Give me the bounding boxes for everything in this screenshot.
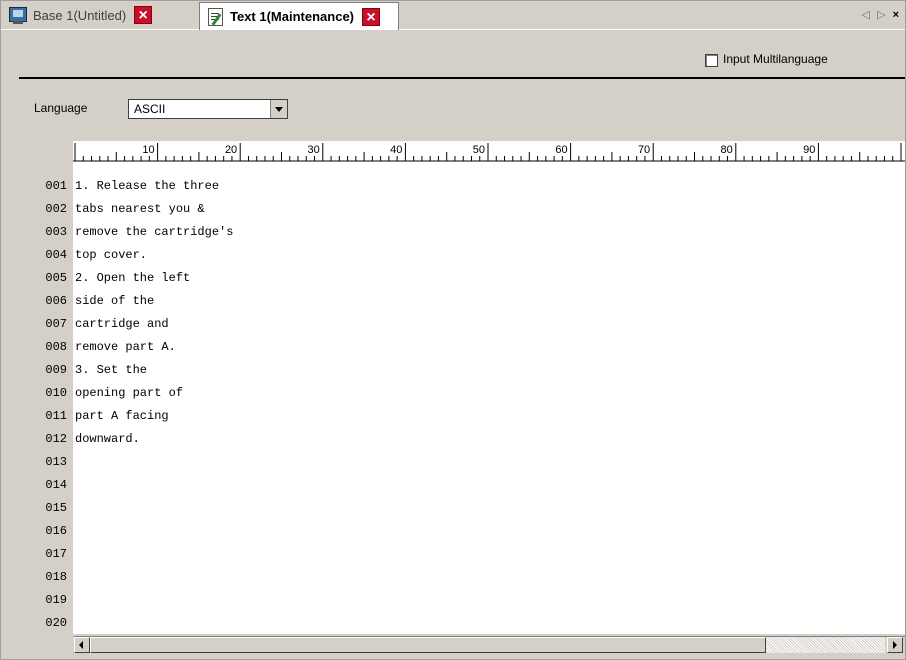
- ruler-label: 40: [390, 144, 402, 156]
- line-text[interactable]: top cover.: [75, 248, 147, 262]
- scroll-right-icon[interactable]: [887, 637, 903, 653]
- tab-bar: Base 1(Untitled) × Text 1(Maintenance) ×…: [1, 1, 905, 30]
- line-number: 020: [45, 616, 67, 630]
- line-text[interactable]: remove the cartridge's: [75, 225, 233, 239]
- line-text[interactable]: 1. Release the three: [75, 179, 219, 193]
- line-number: 014: [45, 478, 67, 492]
- line-number: 001: [45, 179, 67, 193]
- line-text[interactable]: 3. Set the: [75, 363, 147, 377]
- tab-base-1[interactable]: Base 1(Untitled) ×: [3, 3, 199, 27]
- divider: [19, 77, 905, 79]
- line-number: 010: [45, 386, 67, 400]
- line-number: 019: [45, 593, 67, 607]
- column-ruler: 10 20 30 40 50 60 70 80 90: [73, 141, 905, 175]
- line-number: 005: [45, 271, 67, 285]
- tab-text-1[interactable]: Text 1(Maintenance) ×: [199, 2, 399, 30]
- line-text[interactable]: 2. Open the left: [75, 271, 190, 285]
- line-text[interactable]: side of the: [75, 294, 154, 308]
- monitor-icon: [9, 6, 27, 24]
- ruler-label: 90: [803, 144, 815, 156]
- ruler-label: 70: [638, 144, 650, 156]
- input-multilanguage-label: Input Multilanguage: [723, 52, 828, 66]
- line-number: 015: [45, 501, 67, 515]
- ruler-label: 30: [308, 144, 320, 156]
- ruler-label: 60: [555, 144, 567, 156]
- close-icon[interactable]: ×: [134, 6, 153, 24]
- close-all-icon[interactable]: ×: [893, 9, 901, 21]
- text-editor-area[interactable]: [73, 146, 905, 634]
- line-number: 017: [45, 547, 67, 561]
- line-number: 013: [45, 455, 67, 469]
- line-text[interactable]: opening part of: [75, 386, 183, 400]
- line-number: 004: [45, 248, 67, 262]
- scroll-left-icon[interactable]: [74, 637, 90, 653]
- line-text[interactable]: tabs nearest you &: [75, 202, 205, 216]
- language-select[interactable]: ASCII: [128, 99, 288, 119]
- line-text[interactable]: downward.: [75, 432, 140, 446]
- line-number: 011: [45, 409, 67, 423]
- text-document-icon: [206, 7, 224, 26]
- line-number: 006: [45, 294, 67, 308]
- scroll-track[interactable]: [766, 637, 885, 653]
- line-number: 008: [45, 340, 67, 354]
- close-icon[interactable]: ×: [362, 7, 381, 26]
- horizontal-scrollbar[interactable]: [74, 636, 905, 654]
- line-number: 007: [45, 317, 67, 331]
- editor-window: Base 1(Untitled) × Text 1(Maintenance) ×…: [0, 0, 906, 660]
- line-text[interactable]: cartridge and: [75, 317, 169, 331]
- line-number: 018: [45, 570, 67, 584]
- line-number: 016: [45, 524, 67, 538]
- chevron-down-icon[interactable]: [270, 100, 287, 118]
- line-text[interactable]: remove part A.: [75, 340, 176, 354]
- line-text[interactable]: part A facing: [75, 409, 169, 423]
- language-value: ASCII: [134, 102, 166, 116]
- ruler-label: 50: [473, 144, 485, 156]
- line-number: 012: [45, 432, 67, 446]
- ruler-label: 10: [142, 144, 154, 156]
- line-number: 002: [45, 202, 67, 216]
- tab-label: Text 1(Maintenance): [230, 9, 355, 24]
- ruler-svg: 10 20 30 40 50 60 70 80 90: [73, 143, 905, 162]
- tab-scroll-arrows-icon[interactable]: ◁ ▷: [862, 9, 888, 21]
- input-multilanguage-checkbox[interactable]: [705, 54, 718, 67]
- scroll-thumb[interactable]: [90, 637, 766, 653]
- tab-label: Base 1(Untitled): [33, 7, 127, 23]
- language-label: Language: [34, 101, 88, 115]
- line-number: 009: [45, 363, 67, 377]
- ruler-label: 20: [225, 144, 237, 156]
- tab-scroll-arrows[interactable]: ◁ ▷ ×: [862, 8, 901, 21]
- line-number: 003: [45, 225, 67, 239]
- ruler-label: 80: [721, 144, 733, 156]
